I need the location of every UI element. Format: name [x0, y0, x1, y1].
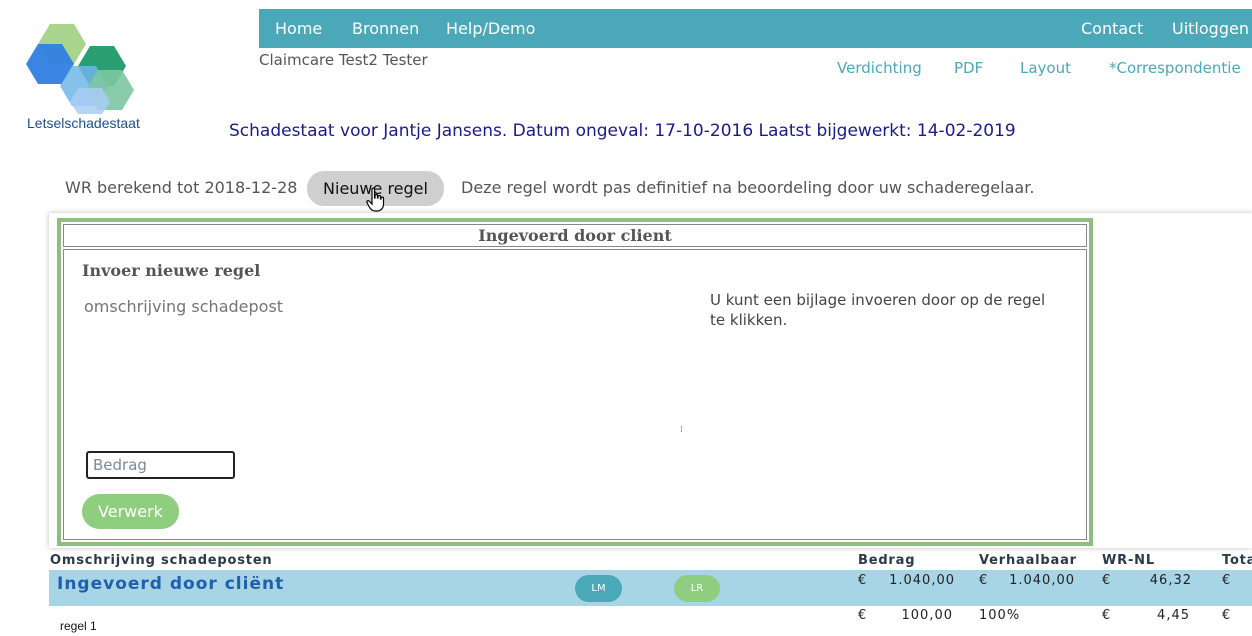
- col-header-description: Omschrijving schadeposten: [50, 553, 273, 568]
- subnav-verdichting[interactable]: Verdichting: [837, 59, 922, 77]
- group-recoverable: 1.040,00: [1009, 573, 1075, 588]
- form-title: Invoer nieuwe regel: [82, 261, 261, 280]
- lr-button[interactable]: LR: [674, 575, 720, 602]
- amount-input[interactable]: [86, 451, 235, 479]
- hand-cursor-icon: [366, 187, 385, 212]
- nav-logout[interactable]: Uitloggen: [1172, 19, 1249, 38]
- row-amount: 100,00: [901, 608, 953, 623]
- attachment-hint: U kunt een bijlage invoeren door op de r…: [710, 291, 1046, 329]
- top-navigation: Home Bronnen Help/Demo Contact Uitloggen: [259, 9, 1252, 48]
- definitive-notice: Deze regel wordt pas definitief na beoor…: [461, 178, 1035, 197]
- process-button[interactable]: Verwerk: [82, 494, 179, 529]
- group-wr-currency: €: [1102, 573, 1112, 588]
- subnav-pdf[interactable]: PDF: [954, 59, 983, 77]
- row-label[interactable]: regel 1: [60, 619, 97, 633]
- group-wr: 46,32: [1149, 573, 1192, 588]
- nav-home[interactable]: Home: [275, 19, 322, 38]
- group-recoverable-currency: €: [979, 573, 989, 588]
- subnav-layout[interactable]: Layout: [1020, 59, 1071, 77]
- row-wr: 4,45: [1157, 608, 1190, 623]
- nav-bronnen[interactable]: Bronnen: [352, 19, 419, 38]
- group-title: Ingevoerd door cliënt: [57, 574, 285, 594]
- group-amount: 1.040,00: [889, 573, 955, 588]
- group-amount-currency: €: [858, 573, 868, 588]
- col-header-amount: Bedrag: [858, 553, 916, 568]
- col-header-total: Tota: [1222, 553, 1252, 568]
- resize-grip-icon[interactable]: ⁞: [680, 425, 690, 435]
- logo-text: Letselschadestaat: [27, 115, 140, 131]
- nav-contact[interactable]: Contact: [1081, 19, 1143, 38]
- lm-button[interactable]: LM: [575, 575, 622, 602]
- description-textarea[interactable]: [80, 293, 692, 437]
- row-recoverable: 100%: [979, 608, 1021, 623]
- col-header-wr-nl: WR-NL: [1102, 553, 1155, 568]
- panel-header: Ingevoerd door client: [63, 224, 1087, 247]
- col-header-recoverable: Verhaalbaar: [979, 553, 1077, 568]
- user-name: Claimcare Test2 Tester: [259, 51, 428, 69]
- wr-calculated-label: WR berekend tot 2018-12-28: [65, 178, 298, 197]
- nav-help-demo[interactable]: Help/Demo: [446, 19, 535, 38]
- page-headline: Schadestaat voor Jantje Jansens. Datum o…: [229, 121, 1016, 141]
- group-total-currency: €: [1222, 573, 1232, 588]
- subnav-correspondentie[interactable]: *Correspondentie: [1109, 59, 1241, 77]
- row-wr-currency: €: [1102, 608, 1112, 623]
- row-amount-currency: €: [858, 608, 868, 623]
- row-total-currency: €: [1222, 608, 1232, 623]
